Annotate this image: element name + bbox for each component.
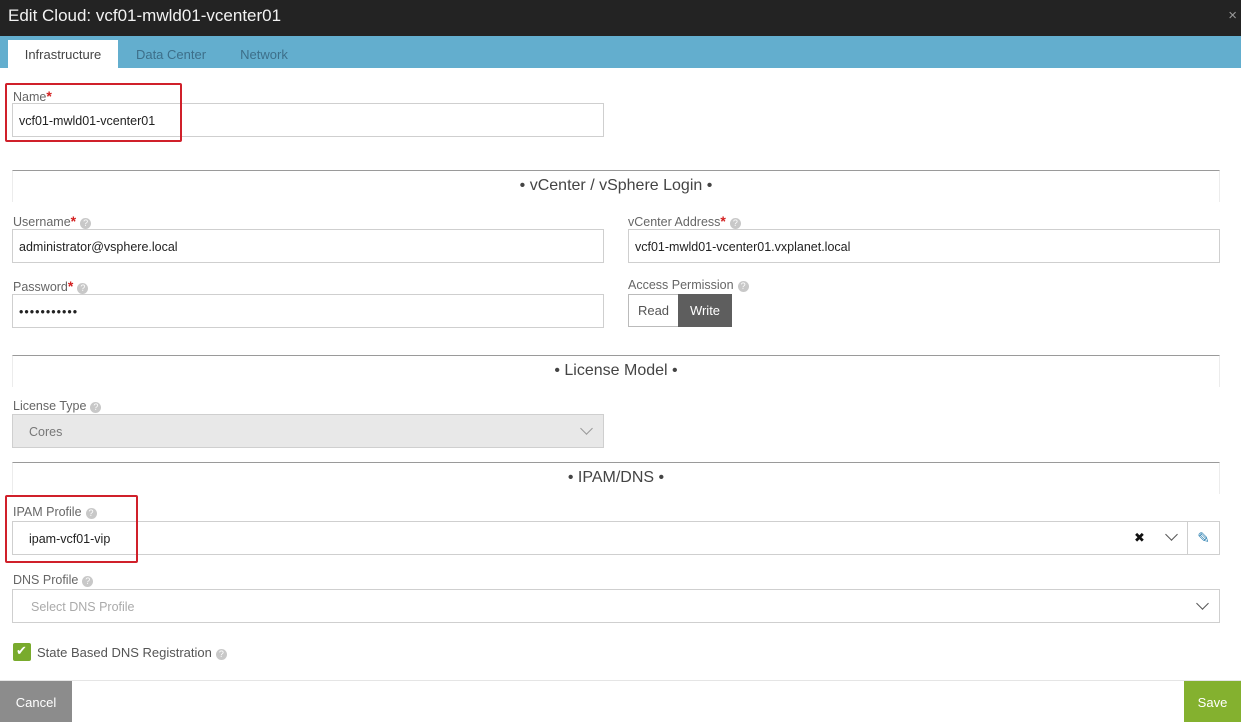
- license-type-value: Cores: [29, 425, 63, 439]
- modal-title: Edit Cloud: vcf01-mwld01-vcenter01: [8, 6, 282, 25]
- username-label: Username*?: [13, 213, 92, 229]
- username-field[interactable]: administrator@vsphere.local: [12, 229, 604, 263]
- section-ipam-dns: • IPAM/DNS •: [12, 462, 1220, 494]
- tab-network[interactable]: Network: [226, 40, 302, 68]
- required-mark: *: [70, 213, 77, 229]
- checkmark-icon: ✔: [16, 643, 27, 658]
- vcenter-address-label: vCenter Address*?: [628, 213, 741, 229]
- vcenter-address-label-text: vCenter Address: [628, 215, 721, 229]
- state-dns-label-text: State Based DNS Registration: [37, 645, 212, 660]
- state-dns-label: State Based DNS Registration?: [37, 645, 227, 660]
- highlight-box-name: [5, 83, 182, 142]
- permission-write-button[interactable]: Write: [678, 294, 732, 327]
- dns-profile-label: DNS Profile?: [13, 573, 94, 587]
- help-icon[interactable]: ?: [729, 218, 741, 229]
- password-label-text: Password: [13, 280, 68, 294]
- username-label-text: Username: [13, 215, 71, 229]
- modal-footer: Cancel Save: [0, 680, 1241, 722]
- highlight-box-ipam: [5, 495, 138, 563]
- state-dns-checkbox[interactable]: ✔: [13, 643, 31, 661]
- dns-profile-placeholder: Select DNS Profile: [31, 600, 135, 614]
- dns-profile-label-text: DNS Profile: [13, 573, 79, 587]
- password-label: Password*?: [13, 278, 89, 294]
- help-icon[interactable]: ?: [737, 281, 749, 292]
- dns-profile-select[interactable]: Select DNS Profile: [12, 589, 1220, 623]
- ipam-profile-select[interactable]: ipam-vcf01-vip: [12, 521, 1188, 555]
- save-button[interactable]: Save: [1184, 681, 1241, 722]
- section-vcenter-login: • vCenter / vSphere Login •: [12, 170, 1220, 202]
- required-mark: *: [720, 213, 726, 229]
- modal-header: Edit Cloud: vcf01-mwld01-vcenter01 ×: [0, 0, 1241, 36]
- help-icon[interactable]: ?: [90, 402, 102, 413]
- license-type-select: Cores: [12, 414, 604, 448]
- license-type-label: License Type?: [13, 399, 102, 413]
- section-license-model: • License Model •: [12, 355, 1220, 387]
- required-mark: *: [67, 278, 74, 294]
- cancel-button[interactable]: Cancel: [0, 681, 72, 722]
- help-icon[interactable]: ?: [77, 283, 89, 294]
- tab-infrastructure[interactable]: Infrastructure: [8, 40, 118, 68]
- permission-read-button[interactable]: Read: [628, 294, 679, 327]
- tab-data-center[interactable]: Data Center: [124, 40, 218, 68]
- tab-bar: Infrastructure Data Center Network: [0, 36, 1241, 68]
- password-field[interactable]: •••••••••••: [12, 294, 604, 328]
- pencil-icon[interactable]: ✎: [1187, 521, 1220, 555]
- help-icon[interactable]: ?: [80, 218, 92, 229]
- vcenter-address-field[interactable]: vcf01-mwld01-vcenter01.vxplanet.local: [628, 229, 1220, 263]
- help-icon[interactable]: ?: [82, 576, 94, 587]
- license-type-label-text: License Type: [13, 399, 87, 413]
- access-permission-label: Access Permission?: [628, 278, 749, 292]
- close-icon[interactable]: ×: [1228, 7, 1237, 24]
- help-icon[interactable]: ?: [215, 649, 227, 660]
- clear-icon[interactable]: ✖: [1134, 530, 1145, 546]
- access-permission-label-text: Access Permission: [628, 278, 734, 292]
